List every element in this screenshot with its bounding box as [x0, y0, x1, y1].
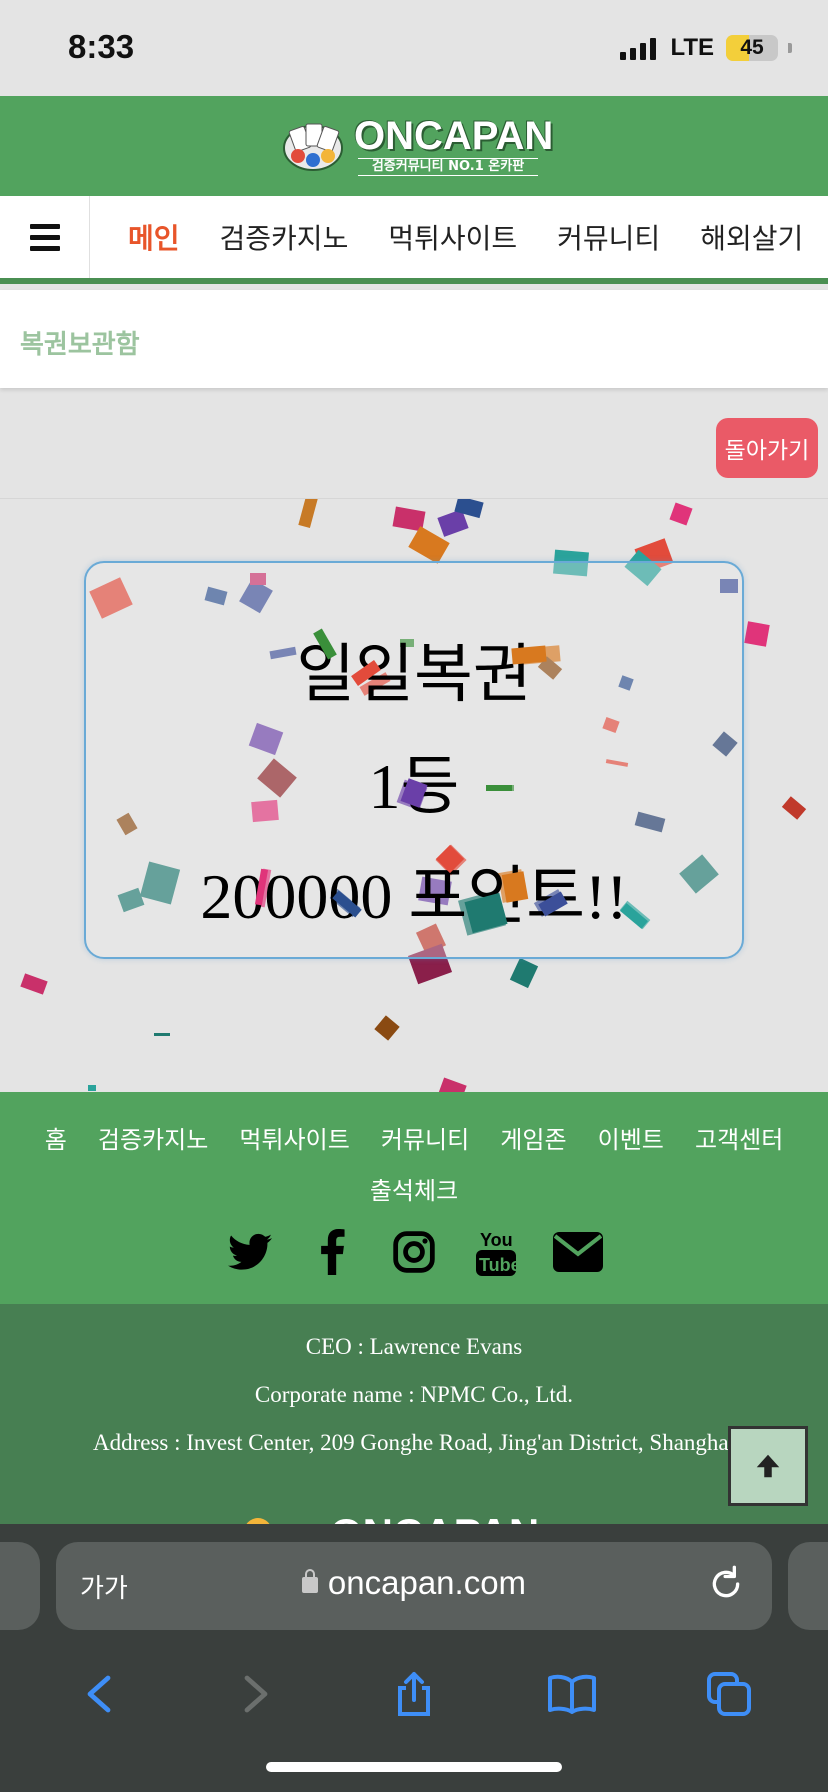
- nav-item-overseas[interactable]: 해외살기: [680, 217, 823, 257]
- forward-nav-icon[interactable]: [226, 1664, 286, 1724]
- battery-level: 45: [740, 36, 764, 59]
- url-display[interactable]: oncapan.com: [56, 1564, 772, 1602]
- company-ceo: CEO : Lawrence Evans: [305, 1334, 523, 1359]
- lottery-name: 일일복권: [296, 639, 532, 710]
- footer-link-community[interactable]: 커뮤니티: [381, 1116, 469, 1164]
- url-domain: oncapan.com: [327, 1564, 527, 1601]
- nav-item-verified-casino[interactable]: 검증카지노: [200, 217, 369, 257]
- company-address: Address : Invest Center, 209 Gonghe Road…: [92, 1430, 735, 1455]
- signal-icon: [620, 36, 657, 60]
- svg-text:You: You: [480, 1230, 513, 1250]
- home-indicator: [266, 1762, 562, 1772]
- scroll-top-button[interactable]: [728, 1426, 808, 1506]
- logo-subtitle: 검증커뮤니티 NO.1 온카판: [358, 158, 538, 176]
- status-time: 8:33: [68, 28, 135, 65]
- network-label: LTE: [670, 34, 714, 61]
- status-bar: 8:33 LTE 45: [0, 0, 828, 96]
- footer-links: 홈 검증카지노 먹튀사이트 커뮤니티 게임존 이벤트 고객센터 출석체크: [0, 1116, 828, 1218]
- share-icon[interactable]: [384, 1664, 444, 1724]
- back-button[interactable]: 돌아가기: [716, 418, 818, 478]
- arrow-up-icon: [756, 1454, 780, 1478]
- lock-icon: [301, 1569, 318, 1593]
- facebook-icon[interactable]: [306, 1226, 358, 1278]
- logo-badge-icon: [283, 123, 343, 171]
- reload-icon[interactable]: [706, 1564, 746, 1604]
- company-info: CEO : Lawrence Evans Corporate name : NP…: [0, 1304, 828, 1534]
- footer-link-events[interactable]: 이벤트: [598, 1116, 664, 1164]
- battery-icon: 45: [726, 35, 778, 61]
- page-title-bar: 복권보관함: [0, 290, 828, 388]
- browser-toolbar: [0, 1654, 828, 1734]
- prize-stage: 일일복권 1등 200000 포인트!!: [0, 498, 828, 1092]
- site-header: ONCAPAN 검증커뮤니티 NO.1 온카판: [0, 96, 828, 196]
- next-tab-peek[interactable]: [788, 1542, 828, 1630]
- footer-link-game-zone[interactable]: 게임존: [500, 1116, 566, 1164]
- nav-item-community[interactable]: 커뮤니티: [537, 217, 680, 257]
- prize-rank: 1등: [368, 751, 460, 822]
- back-nav-icon[interactable]: [69, 1664, 129, 1724]
- page-title: 복권보관함: [20, 330, 140, 360]
- logo-title: ONCAPAN: [354, 114, 554, 158]
- footer-link-customer-center[interactable]: 고객센터: [695, 1116, 783, 1164]
- footer-link-verified-casino[interactable]: 검증카지노: [98, 1116, 208, 1164]
- svg-text:Tube: Tube: [479, 1255, 516, 1275]
- footer-link-home[interactable]: 홈: [45, 1116, 67, 1164]
- nav-item-main[interactable]: 메인: [90, 217, 200, 257]
- instagram-icon[interactable]: [388, 1226, 440, 1278]
- footer-nav: 홈 검증카지노 먹튀사이트 커뮤니티 게임존 이벤트 고객센터 출석체크 You…: [0, 1092, 828, 1304]
- nav-item-scam-sites[interactable]: 먹튀사이트: [368, 217, 537, 257]
- prize-card: 일일복권 1등 200000 포인트!!: [84, 561, 744, 959]
- status-indicators: LTE 45: [620, 34, 792, 62]
- nav-items: 메인 검증카지노 먹튀사이트 커뮤니티 해외살기: [90, 196, 823, 278]
- prize-points: 200000 포인트!!: [200, 861, 628, 932]
- footer-link-scam-sites[interactable]: 먹튀사이트: [239, 1116, 349, 1164]
- footer-link-attendance[interactable]: 출석체크: [370, 1167, 458, 1215]
- previous-tab-peek[interactable]: [0, 1542, 40, 1630]
- youtube-icon[interactable]: You Tube: [470, 1226, 522, 1278]
- main-nav: 메인 검증카지노 먹튀사이트 커뮤니티 해외살기: [0, 196, 828, 284]
- hamburger-menu-icon[interactable]: [0, 196, 90, 278]
- tabs-icon[interactable]: [699, 1664, 759, 1724]
- company-name: Corporate name : NPMC Co., Ltd.: [254, 1382, 574, 1407]
- address-bar[interactable]: 가가 oncapan.com: [56, 1542, 772, 1630]
- bookmarks-icon[interactable]: [542, 1664, 602, 1724]
- twitter-icon[interactable]: [224, 1226, 276, 1278]
- social-links: You Tube: [0, 1226, 828, 1278]
- email-icon[interactable]: [552, 1226, 604, 1278]
- site-logo[interactable]: ONCAPAN 검증커뮤니티 NO.1 온카판: [282, 114, 553, 178]
- browser-chrome: 가가 oncapan.com: [0, 1524, 828, 1792]
